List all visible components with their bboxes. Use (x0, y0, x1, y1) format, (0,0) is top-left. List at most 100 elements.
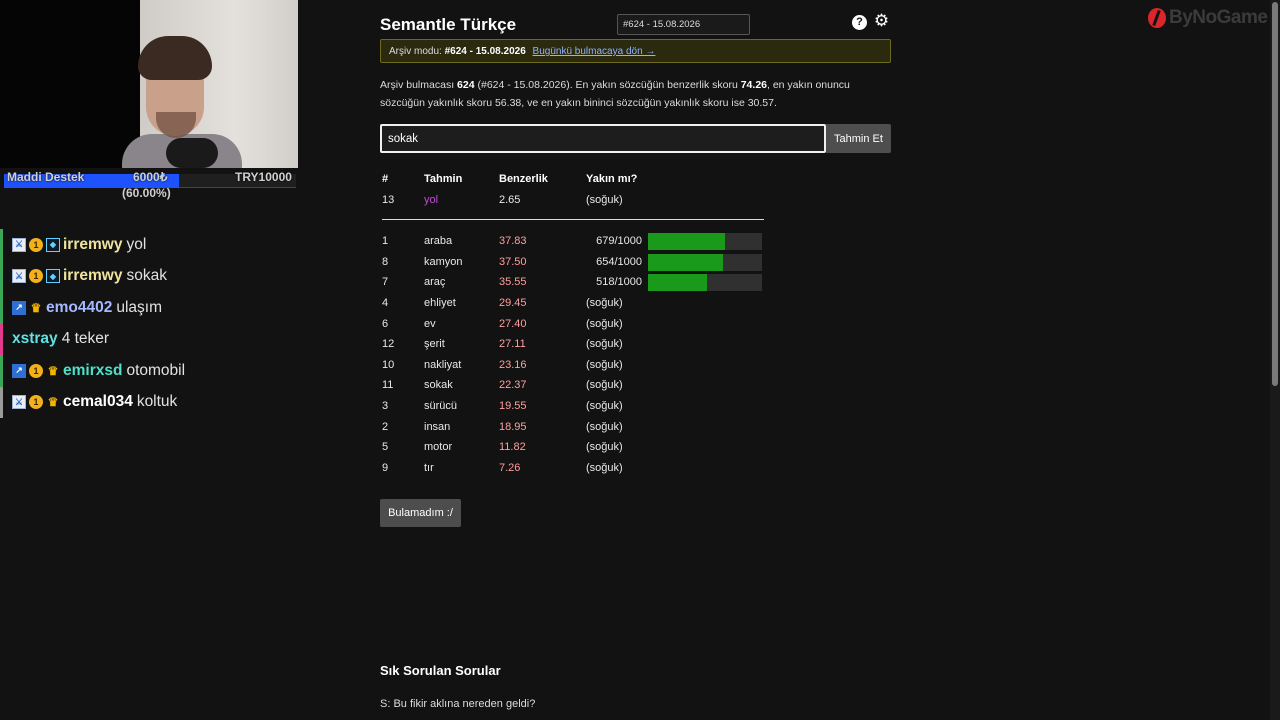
guess-button[interactable]: Tahmin Et (826, 124, 891, 153)
proximity-bar (648, 233, 762, 251)
vip-icon: ◆ (46, 269, 60, 284)
guess-proximity: 518/1000 (596, 276, 642, 289)
archive-prefix: Arşiv modu: (389, 46, 442, 57)
guess-similarity: 7.26 (499, 461, 521, 474)
guess-proximity: 679/1000 (596, 235, 642, 248)
guess-input[interactable] (380, 124, 826, 153)
guess-row: 4 ehliyet 29.45 (soğuk) (380, 293, 765, 314)
guess-word: kamyon (424, 255, 463, 268)
guess-proximity: (soğuk) (586, 317, 623, 330)
chat-message: ⚔ 1 ♛ cemal034 koltuk (0, 386, 298, 418)
guess-word: insan (424, 420, 451, 433)
chat-username: emo4402 (46, 298, 113, 316)
chat-username: irremwy (63, 235, 123, 253)
proximity-bar (648, 274, 762, 292)
proximity-bar-fill (648, 233, 726, 251)
crown-icon: ♛ (29, 300, 43, 315)
header-word: Tahmin (424, 173, 463, 185)
guess-word: sürücü (424, 399, 458, 412)
guess-num: 7 (382, 276, 389, 289)
guess-word: araba (424, 235, 453, 248)
proximity-bar-fill (648, 274, 708, 292)
guess-row: 3 sürücü 19.55 (soğuk) (380, 396, 765, 417)
header-proximity: Yakın mı? (586, 173, 638, 185)
last-guess-similarity: 2.65 (499, 193, 521, 206)
guess-word: sokak (424, 379, 453, 392)
mod-icon: ⚔ (12, 395, 26, 410)
page-scrollbar[interactable] (1270, 0, 1280, 720)
chat-username: xstray (12, 330, 58, 348)
chat-text: 4 teker (61, 330, 110, 348)
chat-message: ↗ 1 ♛ emirxsd otomobil (0, 355, 298, 387)
table-header: # Tahmin Benzerlik Yakın mı? (380, 169, 765, 190)
guess-row: 10 nakliyat 23.16 (soğuk) (380, 355, 765, 376)
guess-word: şerit (424, 338, 445, 351)
mod-icon: ⚔ (12, 269, 26, 284)
chat-message: xstray 4 teker (0, 323, 298, 355)
header-num: # (382, 173, 389, 185)
header-similarity: Benzerlik (499, 173, 548, 185)
gear-icon[interactable]: ⚙ (873, 12, 890, 29)
guess-table: # Tahmin Benzerlik Yakın mı? 13 yol 2.65… (380, 169, 765, 478)
help-icon[interactable]: ? (852, 15, 867, 30)
guess-num: 6 (382, 317, 389, 330)
guess-row: 9 tır 7.26 (soğuk) (380, 458, 765, 479)
guess-num: 1 (382, 235, 389, 248)
last-guess-proximity: (soğuk) (586, 193, 623, 206)
guess-row: 8 kamyon 37.50 654/1000 (380, 252, 765, 273)
faq-title: Sık Sorulan Sorular (380, 663, 501, 678)
guess-similarity: 11.82 (499, 441, 526, 454)
guess-proximity: (soğuk) (586, 399, 623, 412)
guess-num: 12 (382, 338, 395, 351)
sub-badge-icon: 1 (29, 269, 43, 284)
guess-word: ehliyet (424, 296, 456, 309)
guess-proximity: (soğuk) (586, 358, 623, 371)
guess-proximity: (soğuk) (586, 441, 623, 454)
bynogame-logo-icon (1148, 8, 1166, 28)
guess-similarity: 19.55 (499, 399, 527, 412)
sub-badge-icon: 1 (29, 237, 43, 252)
last-guess-row: 13 yol 2.65 (soğuk) (380, 190, 765, 211)
donation-current: 6000₺ (133, 170, 168, 184)
logo-text: ByNoGame (1169, 7, 1268, 28)
mod-icon: ⚔ (12, 237, 26, 252)
scrollbar-thumb[interactable] (1272, 2, 1278, 386)
guess-proximity: 654/1000 (596, 255, 642, 268)
chat-text: koltuk (136, 393, 178, 411)
guess-word: motor (424, 441, 453, 454)
guess-proximity: (soğuk) (586, 420, 623, 433)
chat-username: irremwy (63, 267, 123, 285)
guess-proximity: (soğuk) (586, 461, 623, 474)
last-guess-num: 13 (382, 193, 395, 206)
guess-similarity: 22.37 (499, 379, 527, 392)
guess-row: 2 insan 18.95 (soğuk) (380, 417, 765, 438)
guess-similarity: 37.83 (499, 235, 527, 248)
guess-num: 4 (382, 296, 389, 309)
give-up-button[interactable]: Bulamadım :/ (380, 499, 461, 527)
puzzle-select[interactable]: #624 - 15.08.2026 (617, 14, 750, 35)
chat-overlay: ⚔ 1 ◆ irremwy yol ⚔ 1 ◆ irremwy sokak ↗ ♛ emo4402 ula… (0, 229, 298, 418)
bynogame-logo: ByNoGame (1148, 6, 1268, 30)
guess-row: 6 ev 27.40 (soğuk) (380, 314, 765, 335)
guess-num: 11 (382, 379, 394, 392)
sub-badge-icon: 1 (29, 363, 43, 378)
guess-word: araç (424, 276, 446, 289)
guess-row: 11 sokak 22.37 (soğuk) (380, 375, 765, 396)
guess-word: nakliyat (424, 358, 462, 371)
chat-text: ulaşım (116, 298, 163, 316)
faq-question: S: Bu fikir aklına nereden geldi? (380, 698, 536, 710)
guess-num: 9 (382, 461, 389, 474)
archive-banner: Arşiv modu: #624 - 15.08.2026 Bugünkü bu… (380, 39, 891, 63)
chat-username: emirxsd (63, 361, 123, 379)
crown-icon: ♛ (46, 363, 60, 378)
chat-message: ⚔ 1 ◆ irremwy sokak (0, 260, 298, 292)
sub-badge-icon: 1 (29, 395, 43, 410)
chat-username: cemal034 (63, 393, 133, 411)
back-to-today-link[interactable]: Bugünkü bulmacaya dön → (533, 46, 656, 57)
summary-puzzle-number: 624 (457, 79, 475, 91)
guess-word: tır (424, 461, 434, 474)
chat-message: ↗ ♛ emo4402 ulaşım (0, 292, 298, 324)
page-title: Semantle Türkçe (380, 15, 517, 34)
guess-word: ev (424, 317, 436, 330)
guess-similarity: 27.40 (499, 317, 527, 330)
